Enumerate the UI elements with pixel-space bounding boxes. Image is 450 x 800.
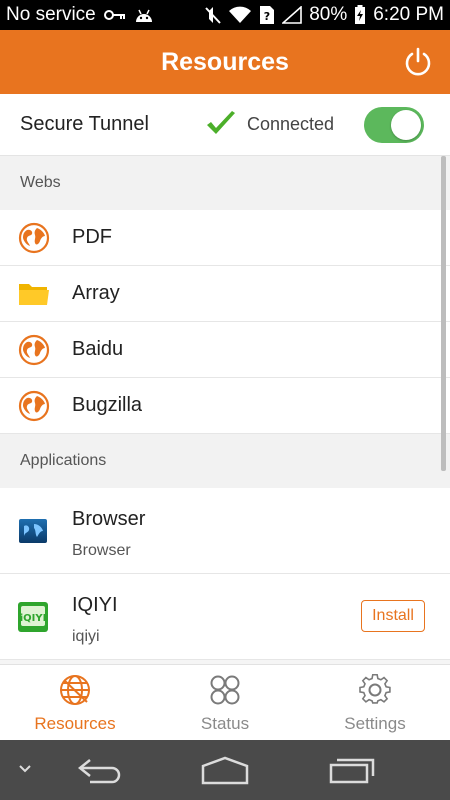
section-header-applications: Applications bbox=[0, 434, 450, 488]
app-bar: Resources bbox=[0, 30, 450, 94]
tab-label: Settings bbox=[344, 714, 406, 733]
svg-text:?: ? bbox=[264, 10, 270, 23]
tab-settings[interactable]: Settings bbox=[300, 665, 450, 740]
tunnel-toggle[interactable] bbox=[364, 107, 424, 143]
chevron-down-icon[interactable] bbox=[18, 764, 32, 774]
web-item-label: Array bbox=[72, 282, 120, 304]
power-icon[interactable] bbox=[402, 46, 434, 78]
resources-list[interactable]: Webs PDF Array Baidu Bugzilla Applicatio… bbox=[0, 156, 450, 664]
globe-icon bbox=[18, 334, 50, 366]
globe-icon bbox=[18, 222, 50, 254]
tab-label: Resources bbox=[34, 714, 116, 733]
carrier-text: No service bbox=[6, 4, 96, 25]
web-item-baidu[interactable]: Baidu bbox=[0, 322, 450, 378]
sim-icon: ? bbox=[260, 6, 275, 24]
bottom-tab-bar: Resources Status Settings bbox=[0, 664, 450, 740]
system-nav-bar bbox=[0, 740, 450, 800]
web-item-bugzilla[interactable]: Bugzilla bbox=[0, 378, 450, 434]
tab-resources[interactable]: Resources bbox=[0, 665, 150, 740]
clock-time: 6:20 PM bbox=[373, 4, 444, 25]
back-icon[interactable] bbox=[76, 756, 124, 786]
gear-icon bbox=[359, 673, 391, 704]
mute-icon bbox=[205, 7, 221, 24]
iqiyi-app-icon: iQIYI bbox=[18, 602, 48, 632]
battery-icon bbox=[355, 5, 366, 24]
secure-tunnel-row: Secure Tunnel Connected bbox=[0, 94, 450, 156]
globe-icon bbox=[18, 390, 50, 422]
wifi-icon bbox=[229, 6, 252, 23]
web-item-label: Bugzilla bbox=[72, 394, 143, 416]
web-item-pdf[interactable]: PDF bbox=[0, 210, 450, 266]
toggle-knob bbox=[391, 110, 421, 140]
home-icon[interactable] bbox=[200, 756, 250, 786]
web-item-label: Baidu bbox=[72, 338, 124, 360]
section-header-webs: Webs bbox=[0, 156, 450, 210]
secure-tunnel-label: Secure Tunnel bbox=[20, 113, 149, 135]
checkmark-icon bbox=[207, 111, 235, 134]
tab-status[interactable]: Status bbox=[150, 665, 300, 740]
key-icon bbox=[103, 10, 125, 20]
app-item-name: IQIYI bbox=[72, 594, 118, 616]
list-scrollbar[interactable] bbox=[441, 156, 446, 471]
folder-icon bbox=[19, 284, 49, 305]
status-bar: No service ? 80% 6:20 PM bbox=[0, 0, 450, 30]
app-item-browser[interactable]: Browser Browser bbox=[0, 488, 450, 574]
connection-status: Connected bbox=[247, 114, 335, 134]
web-item-array[interactable]: Array bbox=[0, 266, 450, 322]
status-grid-icon bbox=[210, 675, 240, 705]
app-screen: No service ? 80% 6:20 PM Resources Secur… bbox=[0, 0, 450, 800]
browser-app-icon bbox=[19, 519, 47, 543]
app-item-subtitle: iqiyi bbox=[72, 628, 100, 645]
app-item-iqiyi[interactable]: iQIYI IQIYI iqiyi Install bbox=[0, 574, 450, 660]
globe-icon bbox=[60, 675, 90, 705]
signal-icon bbox=[282, 6, 303, 24]
app-item-subtitle: Browser bbox=[72, 542, 131, 559]
tab-label: Status bbox=[200, 714, 250, 733]
app-item-name: Browser bbox=[72, 508, 146, 530]
android-icon bbox=[135, 9, 152, 22]
battery-percent: 80% bbox=[309, 4, 348, 25]
section-header-label: Webs bbox=[20, 174, 61, 191]
svg-text:iQIYI: iQIYI bbox=[20, 613, 47, 624]
page-title: Resources bbox=[161, 47, 289, 76]
section-header-label: Applications bbox=[20, 452, 107, 469]
install-button[interactable]: Install bbox=[361, 600, 425, 632]
web-item-label: PDF bbox=[72, 226, 112, 248]
recent-apps-icon[interactable] bbox=[328, 756, 376, 786]
